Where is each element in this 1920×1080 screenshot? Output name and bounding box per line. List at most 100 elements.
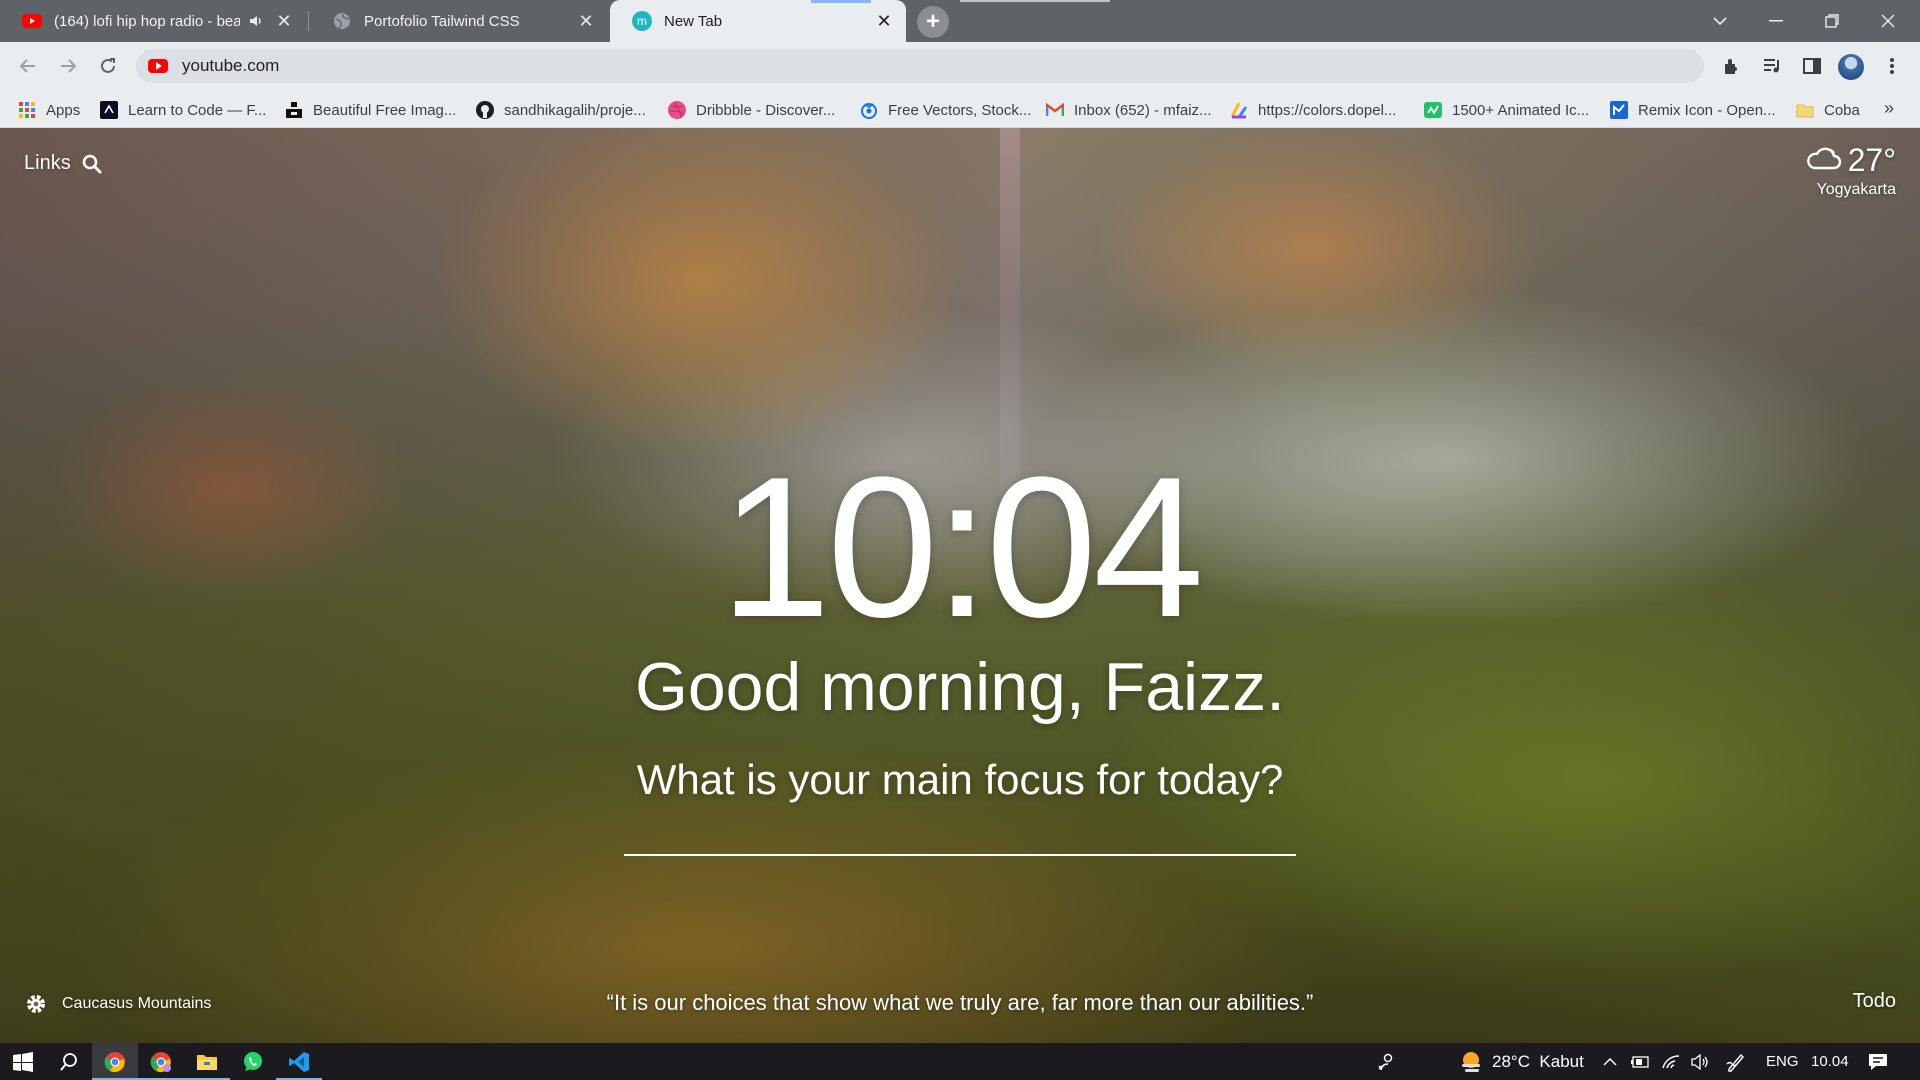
bookmark-github[interactable]: sandhikagalih/proje... <box>476 99 646 121</box>
tab-strip: (164) lofi hip hop radio - bea ✕ Portofo… <box>0 0 1920 42</box>
weather-widget[interactable]: 27° Yogyakarta <box>1804 142 1896 199</box>
bookmark-folder-coba[interactable]: Coba <box>1796 99 1860 121</box>
tab-title: (164) lofi hip hop radio - bea <box>54 12 240 30</box>
media-controls-icon[interactable] <box>1756 50 1788 82</box>
bookmark-label: Coba <box>1824 101 1860 119</box>
reload-icon[interactable] <box>92 50 124 82</box>
bookmark-freepik[interactable]: Free Vectors, Stock... <box>860 99 1031 121</box>
language-indicator[interactable]: ENG <box>1766 1043 1799 1080</box>
taskbar-clock[interactable]: 10.04 <box>1811 1043 1849 1080</box>
tab-new-tab[interactable]: m New Tab ✕ <box>610 0 906 42</box>
youtube-icon <box>148 59 168 73</box>
bookmark-label: Remix Icon - Open... <box>1638 101 1776 119</box>
freepik-icon <box>860 101 878 119</box>
globe-icon <box>332 11 352 31</box>
tab-divider <box>308 11 309 31</box>
chrome-profile-icon[interactable] <box>138 1043 184 1080</box>
quote[interactable]: “It is our choices that show what we tru… <box>0 990 1920 1016</box>
new-tab-button[interactable]: + <box>917 6 949 38</box>
close-tab-icon[interactable]: ✕ <box>574 9 598 33</box>
address-url: youtube.com <box>182 56 280 75</box>
gmail-icon <box>1046 101 1064 119</box>
bookmark-label: Apps <box>46 101 81 119</box>
colors-icon <box>1230 101 1248 119</box>
whatsapp-icon[interactable] <box>230 1043 276 1080</box>
chevron-up-icon[interactable] <box>1603 1043 1617 1080</box>
address-bar[interactable]: youtube.com <box>136 49 1704 83</box>
unsplash-icon <box>285 101 303 119</box>
side-panel-icon[interactable] <box>1796 50 1828 82</box>
taskbar-weather-text: 28°C Kabut <box>1492 1051 1584 1071</box>
bookmark-colors[interactable]: https://colors.dopel... <box>1230 99 1396 121</box>
bookmark-label: sandhikagalih/proje... <box>504 101 646 119</box>
links-label: Links <box>24 152 71 174</box>
bookmark-dribbble[interactable]: Dribbble - Discover... <box>668 99 835 121</box>
clock: 10:04 <box>719 436 1205 659</box>
notification-icon[interactable] <box>1868 1043 1888 1080</box>
weather-temperature: 27° <box>1847 142 1896 178</box>
search-icon[interactable] <box>81 153 103 175</box>
bookmark-label: Learn to Code — F... <box>128 101 267 119</box>
bookmark-remix-icon[interactable]: Remix Icon - Open... <box>1610 99 1776 121</box>
vscode-icon[interactable] <box>276 1043 322 1080</box>
momentum-icon: m <box>632 11 652 31</box>
cloud-icon <box>1804 144 1842 177</box>
focus-input[interactable] <box>624 808 1296 856</box>
tab-search-icon[interactable] <box>1692 0 1748 42</box>
bookmark-apps[interactable]: Apps <box>18 99 80 121</box>
wifi-icon[interactable] <box>1662 1043 1680 1080</box>
svg-text:m: m <box>637 14 647 28</box>
minimize-icon[interactable] <box>1748 0 1804 42</box>
tab-title: New Tab <box>664 12 723 30</box>
bookmark-unsplash[interactable]: Beautiful Free Imag... <box>285 99 456 121</box>
tab-youtube[interactable]: (164) lofi hip hop radio - bea ✕ <box>0 0 306 42</box>
greeting: Good morning, Faizz. <box>634 649 1286 725</box>
close-tab-icon[interactable]: ✕ <box>872 9 896 33</box>
extensions-icon[interactable] <box>1716 50 1748 82</box>
bookmark-label: 1500+ Animated Ic... <box>1452 101 1590 119</box>
close-window-icon[interactable] <box>1860 0 1916 42</box>
taskbar-weather[interactable]: 28°C Kabut <box>1458 1043 1584 1080</box>
dribbble-icon <box>668 101 686 119</box>
apps-grid-icon <box>18 101 36 119</box>
bookmarks-bar: Apps Learn to Code — F... Beautiful Free… <box>0 90 1920 128</box>
bookmark-gmail[interactable]: Inbox (652) - mfaiz... <box>1046 99 1212 121</box>
tab-indicator-secondary <box>960 0 1110 2</box>
bookmark-freecodecamp[interactable]: Learn to Code — F... <box>100 99 266 121</box>
todo-button[interactable]: Todo <box>1853 990 1896 1013</box>
freecodecamp-icon <box>100 101 118 119</box>
battery-icon[interactable] <box>1630 1043 1650 1080</box>
tab-portofolio[interactable]: Portofolio Tailwind CSS ✕ <box>310 0 608 42</box>
tab-indicator <box>811 0 871 3</box>
bookmark-label: https://colors.dopel... <box>1258 101 1397 119</box>
close-tab-icon[interactable]: ✕ <box>272 9 296 33</box>
weather-location: Yogyakarta <box>1816 181 1896 198</box>
windows-taskbar: 28°C Kabut ENG 10.04 <box>0 1043 1920 1080</box>
bookmark-label: Beautiful Free Imag... <box>313 101 457 119</box>
focus-question: What is your main focus for today? <box>636 756 1284 803</box>
search-icon[interactable] <box>46 1043 92 1080</box>
back-icon[interactable] <box>12 50 44 82</box>
tab-title: Portofolio Tailwind CSS <box>364 12 520 30</box>
animated-icons-icon <box>1424 101 1442 119</box>
speaker-icon[interactable] <box>248 13 264 29</box>
bookmark-label: Inbox (652) - mfaiz... <box>1074 101 1212 119</box>
profile-avatar[interactable] <box>1838 54 1864 80</box>
bookmark-animated-icons[interactable]: 1500+ Animated Ic... <box>1424 99 1589 121</box>
youtube-icon <box>22 11 42 31</box>
bookmark-label: Dribbble - Discover... <box>696 101 836 119</box>
bookmark-label: Free Vectors, Stock... <box>888 101 1032 119</box>
menu-icon[interactable] <box>1876 50 1908 82</box>
bookmarks-overflow-icon[interactable]: » <box>1884 98 1894 119</box>
browser-toolbar: youtube.com <box>0 42 1920 90</box>
chrome-icon[interactable] <box>92 1043 138 1080</box>
people-icon[interactable] <box>1376 1043 1396 1080</box>
file-explorer-icon[interactable] <box>184 1043 230 1080</box>
windows-start-icon[interactable] <box>0 1043 46 1080</box>
weather-sun-icon <box>1458 1049 1484 1075</box>
pen-workspace-icon[interactable] <box>1726 1043 1746 1080</box>
links-button[interactable]: Links <box>24 152 103 175</box>
volume-icon[interactable] <box>1690 1043 1710 1080</box>
forward-icon[interactable] <box>52 50 84 82</box>
restore-icon[interactable] <box>1804 0 1860 42</box>
